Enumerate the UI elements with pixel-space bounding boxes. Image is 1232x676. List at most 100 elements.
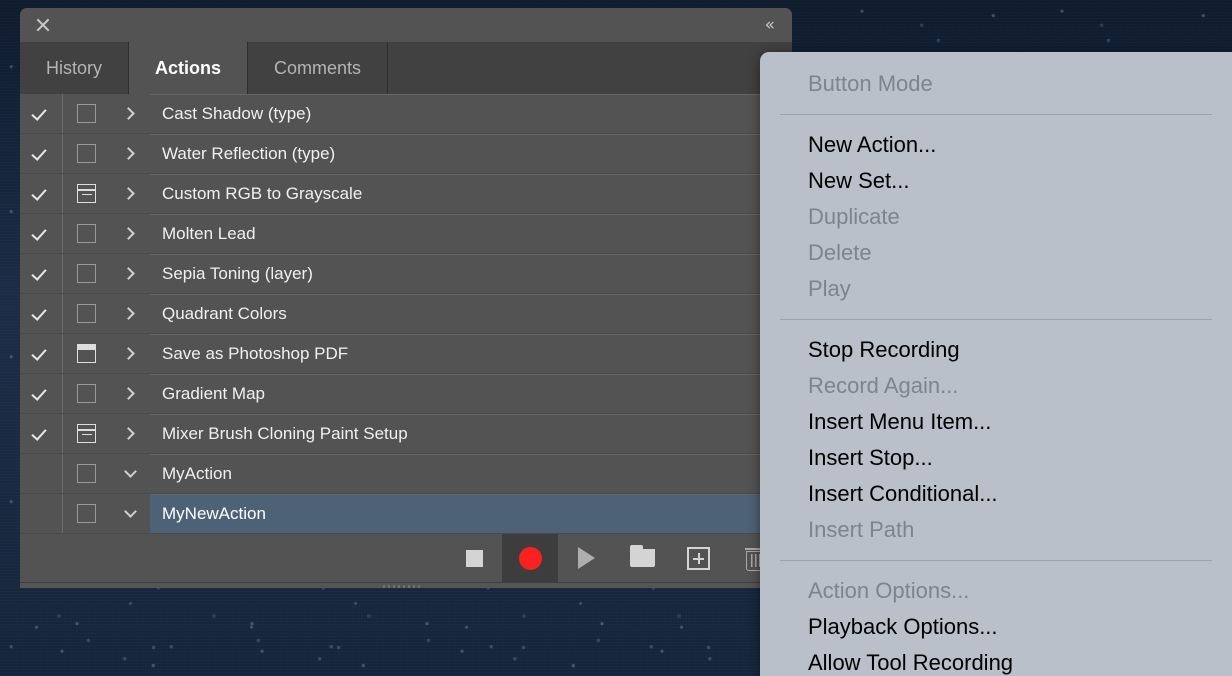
action-name: Quadrant Colors bbox=[150, 294, 792, 333]
actions-list[interactable]: Cast Shadow (type)Water Reflection (type… bbox=[20, 94, 792, 534]
action-enabled-toggle[interactable] bbox=[20, 146, 62, 162]
chevron-right-icon bbox=[122, 147, 135, 160]
action-dialog-toggle[interactable] bbox=[62, 454, 110, 493]
action-expand-toggle[interactable] bbox=[110, 429, 150, 438]
action-dialog-toggle[interactable] bbox=[62, 174, 110, 213]
action-enabled-toggle[interactable] bbox=[20, 106, 62, 122]
menu-item-new-set[interactable]: New Set... bbox=[760, 163, 1232, 199]
chevron-right-icon bbox=[122, 427, 135, 440]
action-enabled-toggle[interactable] bbox=[20, 226, 62, 242]
chevron-right-icon bbox=[122, 267, 135, 280]
checkmark-icon bbox=[33, 426, 49, 442]
checkmark-icon bbox=[33, 266, 49, 282]
action-enabled-toggle[interactable] bbox=[20, 426, 62, 442]
action-row[interactable]: Sepia Toning (layer) bbox=[20, 254, 792, 294]
actions-panel-context-menu[interactable]: Button ModeNew Action...New Set...Duplic… bbox=[760, 52, 1232, 676]
menu-item-insert-stop[interactable]: Insert Stop... bbox=[760, 440, 1232, 476]
tab-bar-filler bbox=[388, 42, 792, 94]
checkmark-icon bbox=[33, 346, 49, 362]
action-expand-toggle[interactable] bbox=[110, 471, 150, 476]
action-row[interactable]: Custom RGB to Grayscale bbox=[20, 174, 792, 214]
checkmark-empty-icon bbox=[33, 506, 49, 522]
action-expand-toggle[interactable] bbox=[110, 389, 150, 398]
action-row[interactable]: Mixer Brush Cloning Paint Setup bbox=[20, 414, 792, 454]
record-button[interactable] bbox=[502, 534, 558, 582]
action-expand-toggle[interactable] bbox=[110, 511, 150, 516]
action-enabled-toggle[interactable] bbox=[20, 466, 62, 482]
menu-item-new-action[interactable]: New Action... bbox=[760, 127, 1232, 163]
dialog-box-icon bbox=[77, 384, 96, 403]
panel-tab-bar: History Actions Comments bbox=[20, 42, 792, 94]
menu-item-insert-path: Insert Path bbox=[760, 512, 1232, 548]
action-enabled-toggle[interactable] bbox=[20, 386, 62, 402]
menu-item-allow-tool-recording[interactable]: Allow Tool Recording bbox=[760, 645, 1232, 676]
menu-item-duplicate: Duplicate bbox=[760, 199, 1232, 235]
action-name: Save as Photoshop PDF bbox=[150, 334, 792, 373]
resize-grip-icon[interactable] bbox=[383, 585, 423, 588]
checkmark-icon bbox=[33, 146, 49, 162]
action-expand-toggle[interactable] bbox=[110, 349, 150, 358]
action-dialog-toggle[interactable] bbox=[62, 94, 110, 133]
action-expand-toggle[interactable] bbox=[110, 189, 150, 198]
stop-button[interactable] bbox=[446, 534, 502, 582]
action-enabled-toggle[interactable] bbox=[20, 266, 62, 282]
action-row[interactable]: MyNewAction bbox=[20, 494, 792, 534]
action-enabled-toggle[interactable] bbox=[20, 186, 62, 202]
panel-titlebar: « bbox=[20, 8, 792, 42]
action-dialog-toggle[interactable] bbox=[62, 294, 110, 333]
new-set-icon bbox=[630, 549, 655, 567]
action-expand-toggle[interactable] bbox=[110, 229, 150, 238]
action-name: Cast Shadow (type) bbox=[150, 94, 792, 133]
tab-history[interactable]: History bbox=[20, 42, 129, 94]
action-row[interactable]: Cast Shadow (type) bbox=[20, 94, 792, 134]
close-icon[interactable] bbox=[34, 16, 52, 34]
checkmark-icon bbox=[33, 186, 49, 202]
action-row[interactable]: Water Reflection (type) bbox=[20, 134, 792, 174]
checkmark-icon bbox=[33, 386, 49, 402]
action-name: Molten Lead bbox=[150, 214, 792, 253]
action-expand-toggle[interactable] bbox=[110, 149, 150, 158]
action-enabled-toggle[interactable] bbox=[20, 506, 62, 522]
action-dialog-toggle[interactable] bbox=[62, 334, 110, 373]
new-action-button[interactable] bbox=[670, 534, 726, 582]
checkmark-icon bbox=[33, 306, 49, 322]
menu-item-insert-menu-item[interactable]: Insert Menu Item... bbox=[760, 404, 1232, 440]
action-dialog-toggle[interactable] bbox=[62, 214, 110, 253]
dialog-box-icon bbox=[77, 504, 96, 523]
play-button[interactable] bbox=[558, 534, 614, 582]
action-expand-toggle[interactable] bbox=[110, 109, 150, 118]
chevron-right-icon bbox=[122, 227, 135, 240]
menu-item-playback-options[interactable]: Playback Options... bbox=[760, 609, 1232, 645]
action-enabled-toggle[interactable] bbox=[20, 306, 62, 322]
panel-resize-strip[interactable] bbox=[20, 582, 792, 588]
action-dialog-toggle[interactable] bbox=[62, 254, 110, 293]
chevron-right-icon bbox=[122, 347, 135, 360]
action-expand-toggle[interactable] bbox=[110, 309, 150, 318]
menu-separator bbox=[780, 114, 1212, 115]
action-dialog-toggle[interactable] bbox=[62, 494, 110, 533]
chevron-right-icon bbox=[122, 387, 135, 400]
action-row[interactable]: Molten Lead bbox=[20, 214, 792, 254]
dialog-box-icon bbox=[77, 344, 96, 363]
action-row[interactable]: Gradient Map bbox=[20, 374, 792, 414]
action-expand-toggle[interactable] bbox=[110, 269, 150, 278]
action-name: MyNewAction bbox=[150, 494, 792, 533]
action-name: Mixer Brush Cloning Paint Setup bbox=[150, 414, 792, 453]
action-row[interactable]: Quadrant Colors bbox=[20, 294, 792, 334]
action-dialog-toggle[interactable] bbox=[62, 134, 110, 173]
action-dialog-toggle[interactable] bbox=[62, 414, 110, 453]
dialog-box-icon bbox=[77, 184, 96, 203]
tab-actions[interactable]: Actions bbox=[129, 42, 248, 94]
action-row[interactable]: MyAction bbox=[20, 454, 792, 494]
tab-comments[interactable]: Comments bbox=[248, 42, 388, 94]
double-chevron-left-icon[interactable]: « bbox=[765, 17, 774, 34]
menu-separator bbox=[780, 560, 1212, 561]
action-row[interactable]: Save as Photoshop PDF bbox=[20, 334, 792, 374]
menu-item-action-options: Action Options... bbox=[760, 573, 1232, 609]
menu-item-stop-recording[interactable]: Stop Recording bbox=[760, 332, 1232, 368]
menu-item-insert-conditional[interactable]: Insert Conditional... bbox=[760, 476, 1232, 512]
dialog-box-icon bbox=[77, 144, 96, 163]
action-enabled-toggle[interactable] bbox=[20, 346, 62, 362]
action-dialog-toggle[interactable] bbox=[62, 374, 110, 413]
new-set-button[interactable] bbox=[614, 534, 670, 582]
